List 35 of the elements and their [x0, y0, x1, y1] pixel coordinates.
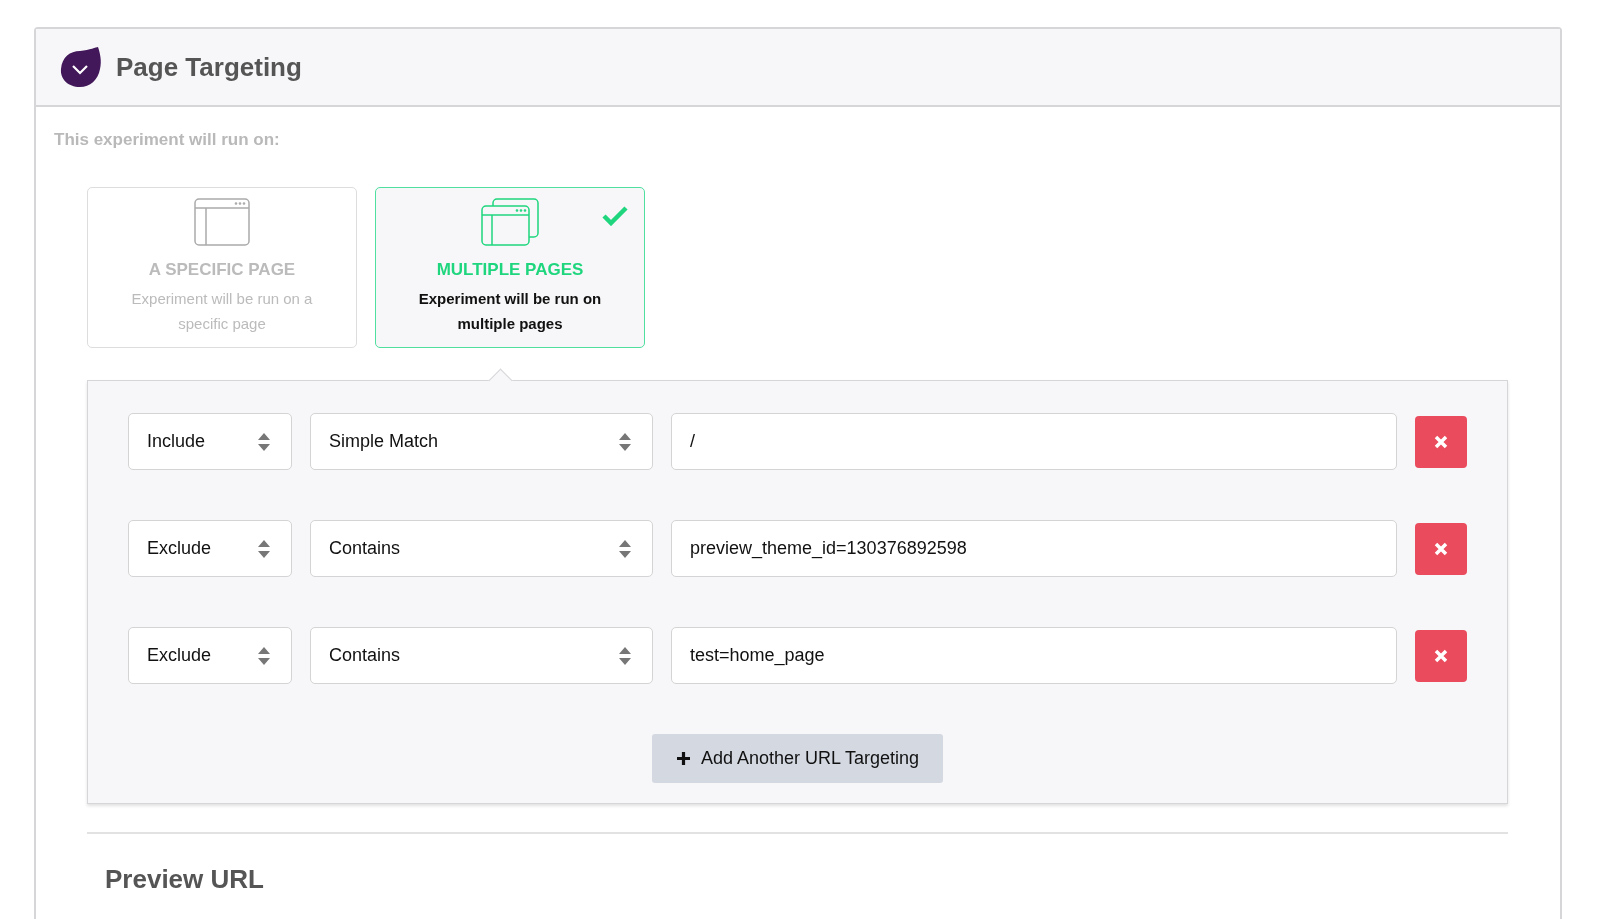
browser-window-icon — [194, 198, 250, 246]
plus-icon — [675, 751, 691, 766]
up-down-arrows-icon — [618, 645, 632, 666]
match-type-select[interactable]: Simple Match — [310, 413, 653, 470]
add-url-targeting-button[interactable]: Add Another URL Targeting — [651, 734, 944, 783]
up-down-arrows-icon — [618, 431, 632, 452]
delete-button[interactable] — [1415, 629, 1467, 682]
up-down-arrows-icon — [257, 431, 271, 452]
url-input-field[interactable]: / — [671, 413, 1397, 470]
close-icon — [1434, 434, 1448, 449]
intro-text: This experiment will run on: — [54, 130, 281, 150]
match-type-select[interactable]: Contains — [310, 627, 653, 684]
browser-windows-icon — [481, 198, 539, 246]
up-down-arrows-icon — [257, 645, 271, 666]
url-input-field[interactable]: test=home_page — [671, 627, 1397, 684]
close-icon — [1434, 541, 1448, 556]
logo-icon — [60, 47, 102, 87]
preview-url-heading: Preview URL — [105, 864, 265, 895]
close-icon — [1434, 648, 1448, 663]
url-input-field[interactable]: preview_theme_id=130376892598 — [671, 520, 1397, 577]
option-description: Experiment will be run on a specific page — [130, 289, 314, 334]
option-title: A SPECIFIC PAGE — [148, 260, 296, 280]
mode-select[interactable]: Exclude — [128, 627, 292, 684]
up-down-arrows-icon — [618, 538, 632, 559]
up-down-arrows-icon — [257, 538, 271, 559]
option-description: Experiment will be run on multiple pages — [417, 289, 603, 334]
check-icon — [602, 206, 628, 226]
option-title: MULTIPLE PAGES — [436, 260, 584, 280]
option-card[interactable]: MULTIPLE PAGES Experiment will be run on multiple pages — [375, 187, 645, 348]
mode-select[interactable]: Include — [128, 413, 292, 470]
delete-button[interactable] — [1415, 415, 1467, 468]
match-type-select[interactable]: Contains — [310, 520, 653, 577]
delete-button[interactable] — [1415, 522, 1467, 575]
section-title: Page Targeting — [116, 51, 302, 83]
mode-select[interactable]: Exclude — [128, 520, 292, 577]
